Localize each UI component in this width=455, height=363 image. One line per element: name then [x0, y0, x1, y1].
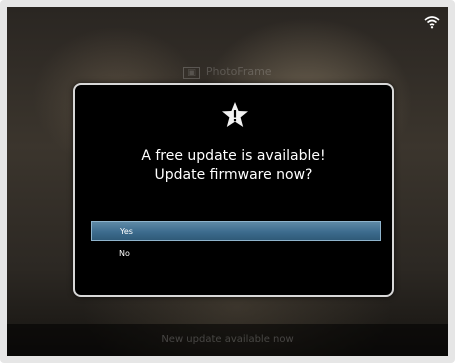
screen: ▣ PhotoFrame New update available now A f…	[7, 7, 448, 356]
message-line-2: Update firmware now?	[154, 167, 313, 183]
message-line-1: A free update is available!	[141, 148, 326, 164]
option-yes[interactable]: Yes	[91, 221, 381, 241]
option-no[interactable]: No	[91, 244, 381, 264]
footer-status-text: New update available now	[161, 334, 294, 345]
dialog-message: A free update is available! Update firmw…	[75, 147, 392, 185]
update-dialog: A free update is available! Update firmw…	[73, 83, 394, 297]
wifi-icon	[424, 16, 440, 29]
star-alert-icon	[222, 102, 248, 127]
photo-icon: ▣	[183, 67, 200, 79]
background-app-title: ▣ PhotoFrame	[7, 65, 448, 79]
